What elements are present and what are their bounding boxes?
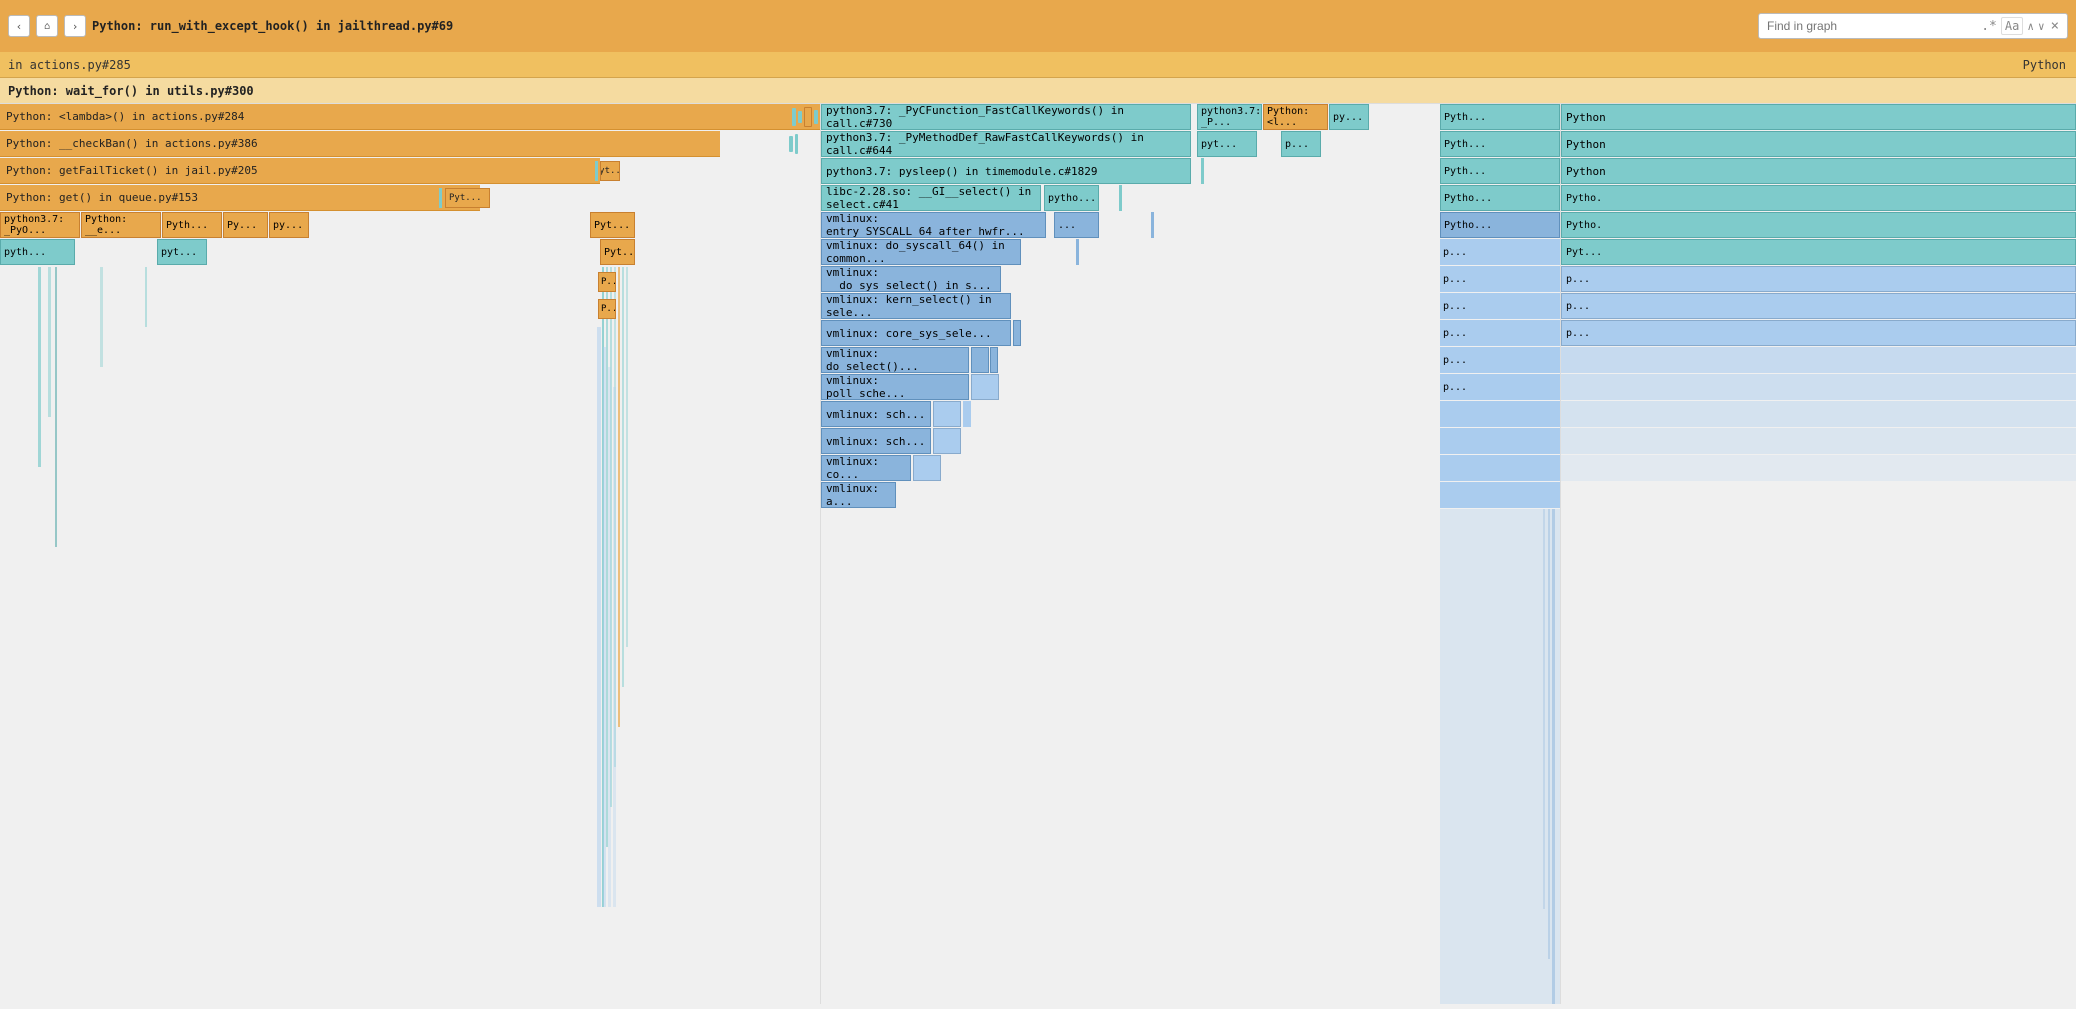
- node-py-extra1[interactable]: py...: [1329, 104, 1369, 130]
- far-right-pytho2[interactable]: Pytho.: [1561, 212, 2076, 238]
- search-prev-button[interactable]: ∧: [2027, 20, 2034, 33]
- right-row-4: vmlinux: entry_SYSCALL_64_after_hwfr... …: [821, 212, 1560, 238]
- node-sch2[interactable]: vmlinux: sch...: [821, 428, 931, 454]
- node-kern-select[interactable]: vmlinux: kern_select() in sele...: [821, 293, 1011, 319]
- node-do-select[interactable]: vmlinux: do_select()...: [821, 347, 969, 373]
- right-row-9: vmlinux: do_select()... p...: [821, 347, 1560, 373]
- teal-indicator: Pyt...: [600, 161, 620, 181]
- flame-graph-main: Python: <lambda>() in actions.py#284 Pyt…: [0, 104, 2076, 1004]
- node-do-syscall[interactable]: vmlinux: do_syscall_64() in common...: [821, 239, 1021, 265]
- right-row-13: vmlinux: co...: [821, 455, 1560, 481]
- left-panel: Python: <lambda>() in actions.py#284 Pyt…: [0, 104, 820, 1004]
- node-py2[interactable]: Py...: [223, 212, 268, 238]
- nav-home-button[interactable]: ⌂: [36, 15, 58, 37]
- wait-bar: Python: wait_for() in utils.py#300: [0, 78, 2076, 104]
- node-pymethoddef[interactable]: python3.7: _PyMethodDef_RawFastCallKeywo…: [821, 131, 1191, 157]
- node-pycfunction[interactable]: python3.7: _PyCFunction_FastCallKeywords…: [821, 104, 1191, 130]
- node-pysleep[interactable]: python3.7: pysleep() in timemodule.c#182…: [821, 158, 1191, 184]
- right-row-14: vmlinux: a...: [821, 482, 1560, 508]
- deep-stack-right: [821, 509, 1560, 1004]
- right-row-7: vmlinux: kern_select() in sele... p...: [821, 293, 1560, 319]
- right-row-11: vmlinux: sch...: [821, 401, 1560, 427]
- right-row-0: python3.7: _PyCFunction_FastCallKeywords…: [821, 104, 1560, 130]
- node-pyth3[interactable]: pyth...: [0, 239, 75, 265]
- node-p-extra1[interactable]: python3.7: _P...: [1197, 104, 1262, 130]
- flame-row-lambda[interactable]: Python: <lambda>() in actions.py#284: [0, 104, 820, 130]
- node-entry-syscall[interactable]: vmlinux: entry_SYSCALL_64_after_hwfr...: [821, 212, 1046, 238]
- node-pyo[interactable]: python3.7: _PyO...: [0, 212, 80, 238]
- teal-indicator-queue: Pyt...: [445, 188, 490, 208]
- search-input[interactable]: [1767, 19, 1977, 33]
- right-row-10: vmlinux: poll_sche... p...: [821, 374, 1560, 400]
- flame-vertical-section: P... P...: [0, 267, 820, 907]
- node-p-right[interactable]: Pyt...: [600, 239, 635, 265]
- top-bar-title: Python: run_with_except_hook() in jailth…: [92, 19, 453, 33]
- node-right-2[interactable]: Pyth...: [1440, 158, 1560, 184]
- node-right-1[interactable]: Pyth...: [1440, 131, 1560, 157]
- search-next-button[interactable]: ∨: [2038, 20, 2045, 33]
- node-co[interactable]: vmlinux: co...: [821, 455, 911, 481]
- nav-back-button[interactable]: ‹: [8, 15, 30, 37]
- node-l-extra1[interactable]: Python: <l...: [1263, 104, 1328, 130]
- right-row-1: python3.7: _PyMethodDef_RawFastCallKeywo…: [821, 131, 1560, 157]
- node-right-3[interactable]: Pytho...: [1440, 185, 1560, 211]
- right-panel: python3.7: _PyCFunction_FastCallKeywords…: [820, 104, 1560, 1004]
- node-do-sys-select[interactable]: vmlinux: __do_sys_select() in s...: [821, 266, 1001, 292]
- far-right-pytho[interactable]: Pytho.: [1561, 185, 2076, 211]
- right-row-8: vmlinux: core_sys_sele... p...: [821, 320, 1560, 346]
- far-right-pyt1[interactable]: Pyt...: [1561, 239, 2076, 265]
- far-right-python1[interactable]: Python: [1561, 104, 2076, 130]
- flame-row-getqueue[interactable]: Python: get() in queue.py#153 Pyt...: [0, 185, 480, 211]
- search-regex-icon[interactable]: .*: [1981, 19, 1997, 34]
- teal-bars-checkban: [787, 131, 800, 157]
- second-bar-right: Python: [2023, 58, 2066, 72]
- node-poll-sche[interactable]: vmlinux: poll_sche...: [821, 374, 969, 400]
- far-right-p3[interactable]: p...: [1561, 320, 2076, 346]
- far-right-python3[interactable]: Python: [1561, 158, 2076, 184]
- second-bar-title: in actions.py#285: [8, 58, 131, 72]
- teal-bars-lambda: [790, 104, 820, 130]
- top-bar: ‹ ⌂ › Python: run_with_except_hook() in …: [0, 0, 2076, 52]
- app-container: ‹ ⌂ › Python: run_with_except_hook() in …: [0, 0, 2076, 1009]
- flame-row-pyth-pyt: pyth... pyt... Pyt...: [0, 239, 820, 265]
- search-box: .* Aa ∧ ∨ ×: [1758, 13, 2068, 39]
- nav-forward-button[interactable]: ›: [64, 15, 86, 37]
- second-bar: in actions.py#285 Python: [0, 52, 2076, 78]
- node-a[interactable]: vmlinux: a...: [821, 482, 896, 508]
- node-right-4[interactable]: Pytho...: [1440, 212, 1560, 238]
- far-right-python2[interactable]: Python: [1561, 131, 2076, 157]
- right-row-5: vmlinux: do_syscall_64() in common... p.…: [821, 239, 1560, 265]
- flame-row-checkban[interactable]: Python: __checkBan() in actions.py#386: [0, 131, 720, 157]
- node-e[interactable]: Python: __e...: [81, 212, 161, 238]
- far-right-p1[interactable]: p...: [1561, 266, 2076, 292]
- node-py3[interactable]: py...: [269, 212, 309, 238]
- right-row-3: libc-2.28.so: __GI__select() in select.c…: [821, 185, 1560, 211]
- search-match-case-button[interactable]: Aa: [2001, 17, 2023, 35]
- node-pyth2[interactable]: Pyth...: [162, 212, 222, 238]
- right-row-6: vmlinux: __do_sys_select() in s... p...: [821, 266, 1560, 292]
- node-core-sys[interactable]: vmlinux: core_sys_sele...: [821, 320, 1011, 346]
- node-gi-select[interactable]: libc-2.28.so: __GI__select() in select.c…: [821, 185, 1041, 211]
- right-row-12: vmlinux: sch...: [821, 428, 1560, 454]
- node-sch1[interactable]: vmlinux: sch...: [821, 401, 931, 427]
- node-pyt-right[interactable]: Pyt...: [590, 212, 635, 238]
- far-right-p2[interactable]: p...: [1561, 293, 2076, 319]
- search-close-button[interactable]: ×: [2051, 18, 2059, 34]
- node-pyt-extra2[interactable]: pyt...: [1197, 131, 1257, 157]
- node-pyt3[interactable]: pyt...: [157, 239, 207, 265]
- flame-row-getfailticket[interactable]: Python: getFailTicket() in jail.py#205 P…: [0, 158, 600, 184]
- far-right-strip: Python Python Python Pytho. Pytho. Pyt..…: [1560, 104, 2076, 1004]
- right-row-2: python3.7: pysleep() in timemodule.c#182…: [821, 158, 1560, 184]
- wait-bar-title: Python: wait_for() in utils.py#300: [8, 84, 254, 98]
- flame-row-small-nodes: python3.7: _PyO... Python: __e... Pyth..…: [0, 212, 820, 238]
